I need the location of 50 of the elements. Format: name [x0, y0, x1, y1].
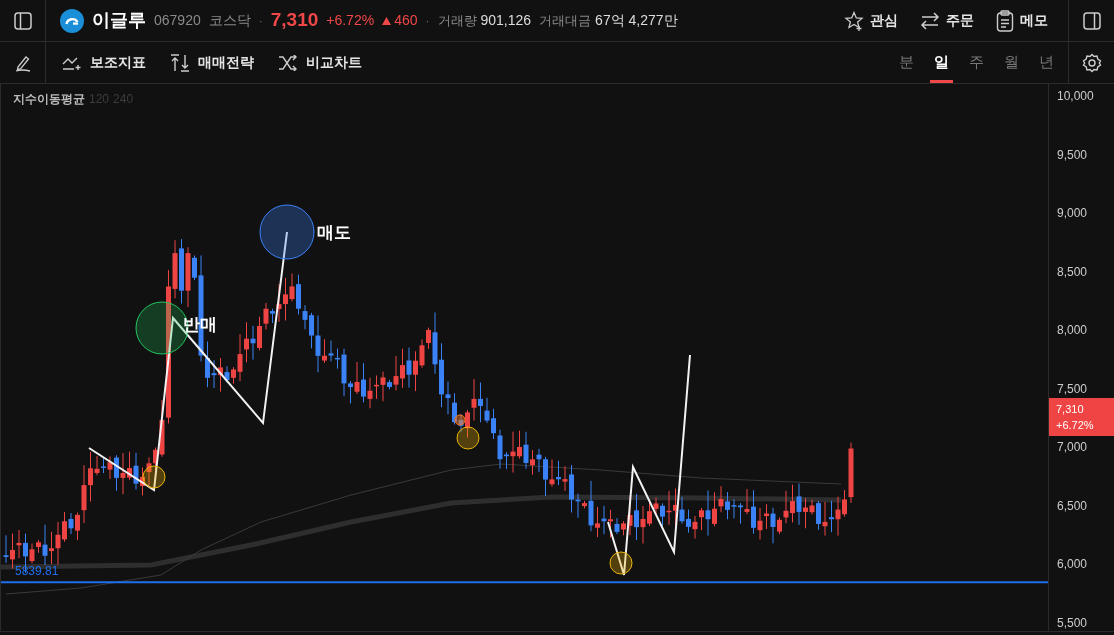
price-axis-label: 8,500: [1057, 263, 1088, 281]
circle-marker: [259, 204, 315, 260]
price-axis-label: 9,000: [1057, 205, 1088, 223]
separator-dot: ·: [258, 12, 263, 30]
star-plus-icon: [844, 10, 864, 31]
volume-value: 901,126: [480, 11, 532, 30]
indicator-button[interactable]: 보조지표: [62, 52, 146, 73]
up-triangle-icon: [382, 16, 392, 25]
price-axis-label: 6,000: [1057, 556, 1088, 574]
strategy-button[interactable]: 매매전략: [170, 52, 254, 73]
price-axis-label: 5,500: [1057, 615, 1088, 633]
circle-marker: [142, 465, 166, 489]
sidebar-toggle-icon[interactable]: [13, 11, 32, 30]
period-tab[interactable]: 분: [895, 42, 918, 83]
separator-dot: ·: [425, 12, 430, 30]
settings-icon[interactable]: [1081, 52, 1102, 73]
star-button[interactable]: 관심: [844, 10, 898, 31]
price-axis-label: 8,000: [1057, 322, 1088, 340]
price-axis-label: 7,500: [1057, 380, 1088, 398]
volume-label: 거래량: [437, 11, 477, 30]
price-axis-label: 7,000: [1057, 439, 1088, 457]
period-tab[interactable]: 주: [965, 42, 988, 83]
change-percent: +6.72%: [326, 11, 375, 30]
logo-icon: [60, 8, 84, 33]
indicator-name: 지수이동평균: [13, 91, 85, 108]
compare-button[interactable]: 비교차트: [278, 52, 362, 73]
chart-note: 매도: [317, 223, 351, 242]
stock-name: 이글루: [92, 9, 146, 32]
change-amount: 460: [394, 11, 418, 30]
support-level-label: 5839.81: [15, 564, 59, 579]
market-label: 코스닥: [208, 11, 251, 30]
current-price-tag: 7,310 +6.72%: [1049, 398, 1114, 436]
panel-toggle-icon[interactable]: [1082, 11, 1101, 30]
price-axis-label: 6,500: [1057, 497, 1088, 515]
price-axis-label: 9,500: [1057, 146, 1088, 164]
clipboard-icon: [996, 9, 1014, 32]
period-tab[interactable]: 년: [1035, 42, 1058, 83]
stock-code: 067920: [154, 11, 201, 30]
shuffle-icon: [278, 54, 298, 71]
swap-button[interactable]: 주문: [920, 10, 974, 31]
amount-value: 67억 4,277만: [595, 11, 678, 30]
current-price: 7,310: [270, 8, 319, 33]
up-down-arrows-icon: [170, 53, 190, 72]
amount-label: 거래대금: [539, 11, 592, 30]
period-tab[interactable]: 일: [930, 42, 953, 83]
swap-arrows-icon: [920, 10, 940, 31]
period-tab[interactable]: 월: [1000, 42, 1023, 83]
circle-marker: [609, 551, 633, 575]
price-axis-label: 10,000: [1057, 88, 1094, 105]
memo-button[interactable]: 메모: [996, 9, 1048, 32]
